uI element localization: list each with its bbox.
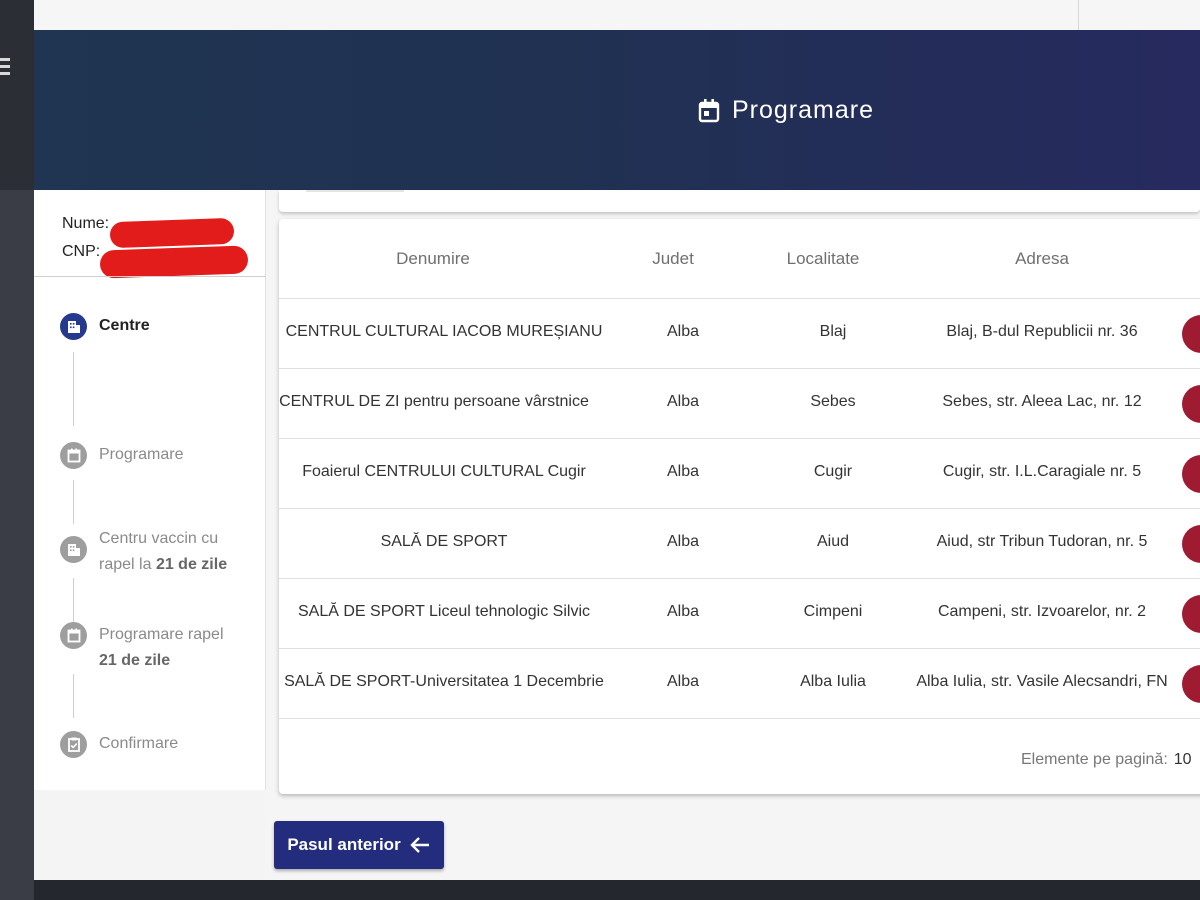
- cell-county: Alba: [666, 393, 700, 410]
- checklist-icon: [60, 731, 87, 758]
- step-programare[interactable]: Programare: [60, 442, 183, 469]
- items-per-page: Elemente pe pagină: 10: [1021, 751, 1192, 769]
- step-label-line1: Programare rapel: [99, 626, 224, 643]
- cnp-redaction: [99, 245, 249, 279]
- previous-step-label: Pasul anterior: [287, 835, 401, 854]
- left-rail: [0, 0, 34, 900]
- cell-county: Alba: [666, 463, 700, 480]
- column-header-address[interactable]: Adresa: [992, 249, 1092, 269]
- cell-name: SALĂ DE SPORT-Universitatea 1 Decembrie: [284, 673, 604, 690]
- step-label: Programare rapel 21 de zile: [99, 622, 224, 674]
- column-header-county[interactable]: Judet: [643, 249, 703, 269]
- step-label-line1: Centru vaccin cu: [99, 530, 219, 547]
- cell-city: Aiud: [816, 533, 850, 550]
- cell-city: Blaj: [819, 323, 847, 340]
- filter-card: [279, 190, 1200, 212]
- step-label: Confirmare: [99, 735, 179, 752]
- cell-name: SALĂ DE SPORT Liceul tehnologic Silvic: [298, 603, 590, 620]
- cell-address: Sebes, str. Aleea Lac, nr. 12: [942, 393, 1142, 410]
- left-rail-top: [0, 0, 34, 190]
- steps-sidebar: Nume: CNP: Centre Programare Centru vacc…: [34, 190, 266, 880]
- cell-address: Aiud, str Tribun Tudoran, nr. 5: [936, 533, 1148, 550]
- select-centre-button[interactable]: [1182, 455, 1200, 493]
- items-per-page-label: Elemente pe pagină:: [1021, 751, 1168, 768]
- cell-name: CENTRUL DE ZI pentru persoane vârstnice: [279, 393, 589, 410]
- calendar-icon: [698, 98, 720, 122]
- table-row[interactable]: CENTRUL CULTURAL IACOB MUREȘIANU Alba Bl…: [279, 299, 1200, 369]
- table-row[interactable]: CENTRUL DE ZI pentru persoane vârstnice …: [279, 369, 1200, 439]
- step-label: Centre: [99, 317, 150, 334]
- select-centre-button[interactable]: [1182, 665, 1200, 703]
- building-icon: [60, 536, 87, 563]
- step-connector: [73, 578, 74, 622]
- user-divider: [34, 276, 266, 277]
- bottom-bar: [34, 880, 1200, 900]
- building-icon: [60, 313, 87, 340]
- cell-county: Alba: [666, 673, 700, 690]
- step-connector: [73, 352, 74, 426]
- cell-city: Alba Iulia: [800, 673, 866, 690]
- step-centre[interactable]: Centre: [60, 313, 150, 340]
- calendar-icon: [60, 622, 87, 649]
- items-per-page-select[interactable]: 10: [1174, 751, 1192, 768]
- name-label: Nume:: [62, 215, 110, 232]
- user-info: Nume: CNP:: [62, 210, 249, 279]
- step-connector: [73, 674, 74, 718]
- table-row[interactable]: SALĂ DE SPORT Liceul tehnologic Silvic A…: [279, 579, 1200, 649]
- column-header-name[interactable]: Denumire: [383, 249, 483, 269]
- cell-county: Alba: [666, 603, 700, 620]
- step-label-bold: 21 de zile: [99, 652, 171, 669]
- step-connector: [73, 480, 74, 524]
- cell-county: Alba: [666, 323, 700, 340]
- menu-icon[interactable]: [0, 58, 10, 78]
- step-programare-rapel[interactable]: Programare rapel 21 de zile: [60, 622, 224, 674]
- cell-city: Cimpeni: [803, 603, 863, 620]
- column-header-city[interactable]: Localitate: [773, 249, 873, 269]
- table-row[interactable]: SALĂ DE SPORT-Universitatea 1 Decembrie …: [279, 649, 1200, 719]
- filter-tab[interactable]: [306, 190, 404, 192]
- step-label-line2: rapel la: [99, 556, 152, 573]
- step-label: Centru vaccin cu rapel la 21 de zile: [99, 526, 227, 578]
- calendar-icon: [60, 442, 87, 469]
- select-centre-button[interactable]: [1182, 525, 1200, 563]
- table-row[interactable]: SALĂ DE SPORT Alba Aiud Aiud, str Tribun…: [279, 509, 1200, 579]
- cell-name: CENTRUL CULTURAL IACOB MUREȘIANU: [285, 323, 603, 340]
- cell-name: SALĂ DE SPORT: [380, 533, 508, 550]
- name-redaction: [109, 217, 235, 249]
- select-centre-button[interactable]: [1182, 595, 1200, 633]
- centres-table: Denumire Judet Localitate Adresa CENTRUL…: [279, 219, 1200, 794]
- arrow-left-icon: [409, 837, 429, 853]
- cell-address: Blaj, B-dul Republicii nr. 36: [946, 323, 1138, 340]
- table-header: Denumire Judet Localitate Adresa: [279, 219, 1200, 299]
- previous-step-button[interactable]: Pasul anterior: [274, 821, 444, 869]
- page-title: Programare: [698, 96, 874, 125]
- cell-address: Alba Iulia, str. Vasile Alecsandri, FN: [916, 673, 1168, 690]
- page-header: Programare: [34, 30, 1200, 190]
- select-centre-button[interactable]: [1182, 315, 1200, 353]
- step-label: Programare: [99, 446, 184, 463]
- step-label-bold: 21 de zile: [155, 556, 228, 573]
- cell-address: Cugir, str. I.L.Caragiale nr. 5: [942, 463, 1142, 480]
- top-strip: [34, 0, 1200, 30]
- cell-address: Campeni, str. Izvoarelor, nr. 2: [937, 603, 1147, 620]
- cell-county: Alba: [666, 533, 700, 550]
- page-title-text: Programare: [732, 96, 874, 124]
- cell-city: Sebes: [810, 393, 856, 410]
- cell-name: Foaierul CENTRULUI CULTURAL Cugir: [302, 463, 586, 480]
- sidebar-footer: [34, 790, 266, 880]
- cell-city: Cugir: [813, 463, 853, 480]
- step-confirmare[interactable]: Confirmare: [60, 731, 178, 758]
- top-strip-divider: [1078, 0, 1079, 30]
- select-centre-button[interactable]: [1182, 385, 1200, 423]
- step-centru-rapel[interactable]: Centru vaccin cu rapel la 21 de zile: [60, 526, 227, 578]
- table-row[interactable]: Foaierul CENTRULUI CULTURAL Cugir Alba C…: [279, 439, 1200, 509]
